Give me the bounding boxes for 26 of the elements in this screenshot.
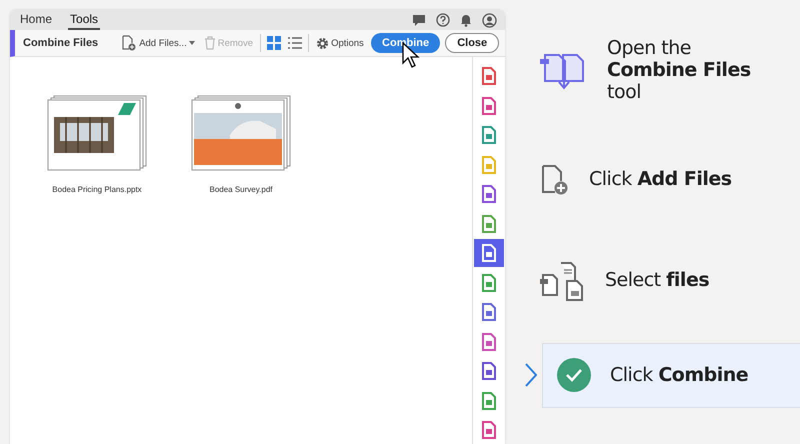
step-text: Select files: [605, 270, 710, 292]
list-view-button[interactable]: [287, 36, 304, 50]
gear-icon: [316, 36, 330, 50]
step-text: Click Add Files: [589, 169, 732, 192]
bell-icon[interactable]: [460, 13, 472, 28]
account-icon[interactable]: [482, 12, 497, 28]
chevron-right-icon: [525, 363, 537, 388]
trash-icon: [204, 36, 216, 50]
help-icon[interactable]: [436, 13, 450, 28]
comment-icon[interactable]: [412, 14, 426, 27]
step-text: Click Combine: [610, 364, 748, 386]
toolbar-title: Combine Files: [23, 37, 98, 50]
document-icon: [481, 244, 497, 262]
combine-button[interactable]: Combine: [370, 33, 440, 54]
file-name: Bodea Survey.pdf: [209, 185, 272, 194]
step-text: Open the Combine Files tool: [607, 38, 752, 104]
add-file-icon: [121, 35, 138, 52]
tool-button[interactable]: [474, 239, 504, 267]
check-circle-icon: [556, 357, 592, 394]
caret-icon: [188, 41, 195, 46]
close-button[interactable]: Close: [445, 33, 499, 54]
file-name: Bodea Pricing Plans.pptx: [52, 185, 142, 194]
options-button[interactable]: Options: [314, 34, 366, 52]
add-files-button[interactable]: Add Files...: [119, 33, 197, 54]
grid-view-button[interactable]: [266, 35, 282, 52]
tab[interactable]: Home: [18, 10, 54, 30]
